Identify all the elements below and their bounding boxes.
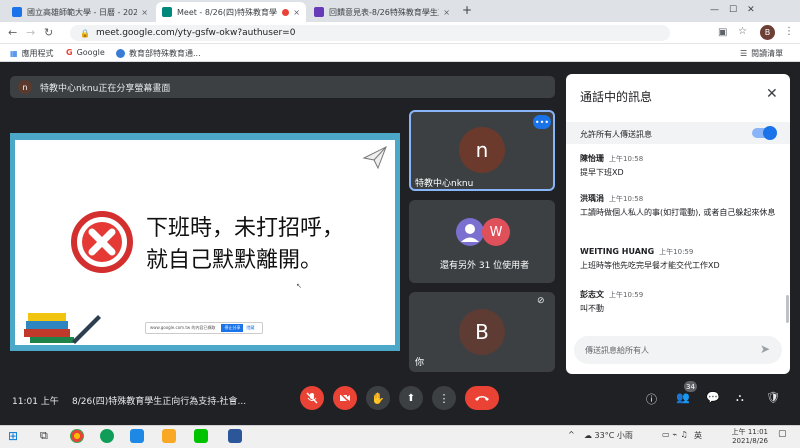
hang-up-icon: [475, 396, 489, 401]
others-avatar-1: [456, 218, 484, 246]
mic-off-icon: ⊘: [537, 296, 545, 306]
app-taskbar-icon[interactable]: [130, 429, 144, 443]
taskbar-clock[interactable]: 上午 11:01 2021/8/26: [728, 427, 768, 445]
word-taskbar-icon[interactable]: [228, 429, 242, 443]
hide-button[interactable]: 隱藏: [246, 325, 254, 331]
google-icon: G: [66, 48, 73, 57]
activities-icon[interactable]: ⛬: [736, 391, 744, 405]
chat-title: 通話中的訊息: [580, 90, 653, 104]
forms-icon: [314, 7, 324, 17]
mouse-cursor: ↖: [296, 282, 302, 290]
chat-message: 陳怡珊 上午10:58 提早下班XD: [580, 154, 644, 177]
calendar-icon: [12, 7, 22, 17]
camera-off-icon: [339, 392, 351, 404]
cross-mark-icon: [71, 211, 133, 273]
chrome-taskbar-icon[interactable]: [70, 429, 84, 443]
end-call-button[interactable]: [465, 386, 499, 410]
recording-icon: [282, 8, 290, 16]
tab-calendar[interactable]: 國立高雄師範大學 - 日曆 - 2021年 ×: [6, 2, 154, 22]
present-screen-icon: ⬆: [406, 392, 416, 404]
books-pencil-icon: [24, 313, 101, 344]
system-tray-icons[interactable]: ▭⌁♫: [662, 430, 691, 439]
cloud-icon: ☁: [584, 431, 592, 440]
person-icon: [461, 224, 479, 242]
participant-count-badge: 34: [684, 381, 697, 392]
new-tab-button[interactable]: +: [462, 3, 472, 17]
close-tab-icon[interactable]: ×: [137, 8, 148, 17]
edge-taskbar-icon[interactable]: [100, 429, 114, 443]
tray-chevron-icon[interactable]: ^: [568, 430, 575, 439]
menu-icon[interactable]: ⋮: [784, 26, 794, 37]
tab-feedback[interactable]: 回饋意見表-8/26特殊教育學生正 ×: [308, 2, 456, 22]
present-button[interactable]: ⬆: [399, 386, 423, 410]
chat-message: 洪瑀涓 上午10:58 工讀時做個人私人的事(如打電動), 或者自己躲起來休息: [580, 194, 776, 217]
reload-icon[interactable]: ↻: [44, 26, 53, 39]
presenter-tile-avatar: n: [459, 127, 505, 173]
file-explorer-icon[interactable]: [162, 429, 176, 443]
close-tab-icon[interactable]: ×: [289, 8, 300, 17]
chat-input-placeholder: 傳送訊息給所有人: [585, 346, 649, 355]
presenter-avatar: n: [18, 80, 32, 94]
chat-message: 彭志文 上午10:59 叫不動: [580, 290, 644, 313]
more-options-icon[interactable]: •••: [533, 115, 551, 129]
chat-icon[interactable]: 💬: [706, 391, 720, 404]
people-icon[interactable]: 👥: [676, 391, 690, 404]
bookmark-google[interactable]: G Google: [66, 48, 105, 57]
toggle-knob: [763, 126, 777, 140]
others-avatar-2: W: [482, 218, 510, 246]
tab-meet[interactable]: Meet - 8/26(四)特殊教育學 ×: [156, 2, 306, 22]
slide-line-1: 下班時，未打招呼，: [146, 216, 345, 241]
profile-avatar[interactable]: B: [760, 25, 775, 40]
windows-start-icon[interactable]: ⊞: [8, 429, 18, 443]
bookmark-apps[interactable]: ▦ 應用程式: [10, 48, 54, 59]
stop-sharing-bar: www.google.com.tw 的內容已擷取 停止分享 隱藏: [145, 322, 263, 334]
task-view-icon[interactable]: ⧉: [40, 429, 48, 443]
camera-toggle-button[interactable]: [333, 386, 357, 410]
weather-widget[interactable]: ☁ 33°C 小雨: [584, 430, 633, 441]
notification-icon[interactable]: ▢: [778, 429, 787, 439]
sped-site-icon: [116, 49, 125, 58]
self-tile-name: 你: [415, 358, 425, 368]
mic-toggle-button[interactable]: [300, 386, 324, 410]
others-count-label: 還有另外 31 位使用者: [440, 261, 530, 271]
camera-icon[interactable]: ▣: [718, 27, 727, 38]
paper-plane-icon: [362, 145, 387, 170]
close-tab-icon[interactable]: ×: [439, 8, 450, 17]
send-icon[interactable]: ➤: [760, 342, 770, 356]
raise-hand-button[interactable]: ✋: [366, 386, 390, 410]
more-vert-icon: ⋮: [438, 391, 450, 405]
reading-list-icon: ☰: [740, 49, 748, 58]
chat-scrollbar[interactable]: [786, 295, 789, 323]
omnibox[interactable]: 🔒 meet.google.com/yty-gsfw-okw?authuser=…: [70, 25, 670, 41]
info-icon[interactable]: ⓘ: [646, 391, 657, 407]
host-controls-icon[interactable]: 🛡: [766, 391, 780, 404]
meeting-clock: 11:01 上午: [12, 397, 59, 407]
close-icon[interactable]: ✕: [766, 86, 778, 102]
presenter-tile-name: 特教中心nknu: [415, 179, 474, 189]
bookmark-sped[interactable]: 教育部特殊教育通...: [116, 48, 201, 59]
hand-icon: ✋: [371, 391, 385, 405]
chat-panel: [566, 74, 790, 374]
window-controls[interactable]: —☐✕: [710, 5, 765, 15]
chat-message: WEITING HUANG 上午10:59 上班時等他先吃完早餐才能交代工作XD: [580, 247, 720, 270]
stop-sharing-button[interactable]: 停止分享: [221, 324, 244, 332]
more-button[interactable]: ⋮: [432, 386, 456, 410]
meet-icon: [162, 7, 172, 17]
forward-icon[interactable]: →: [26, 26, 35, 39]
apps-grid-icon: ▦: [10, 49, 18, 58]
line-taskbar-icon[interactable]: [194, 429, 208, 443]
back-icon[interactable]: ←: [8, 26, 17, 39]
presenting-banner: n 特教中心nknu正在分享螢幕畫面: [10, 76, 555, 98]
meeting-title: 8/26(四)特殊教育學生正向行為支持-社會...: [72, 397, 247, 407]
mic-off-icon: [306, 392, 318, 404]
self-tile-avatar: B: [459, 309, 505, 355]
reading-list[interactable]: ☰ 閱讀清單: [740, 48, 783, 59]
lock-icon: 🔒: [80, 28, 90, 38]
ime-indicator[interactable]: 英: [694, 430, 702, 441]
star-icon[interactable]: ☆: [738, 26, 747, 37]
chat-permission-label: 允許所有人傳送訊息: [580, 130, 652, 139]
slide-line-2: 就自己默默離開。: [146, 248, 323, 273]
